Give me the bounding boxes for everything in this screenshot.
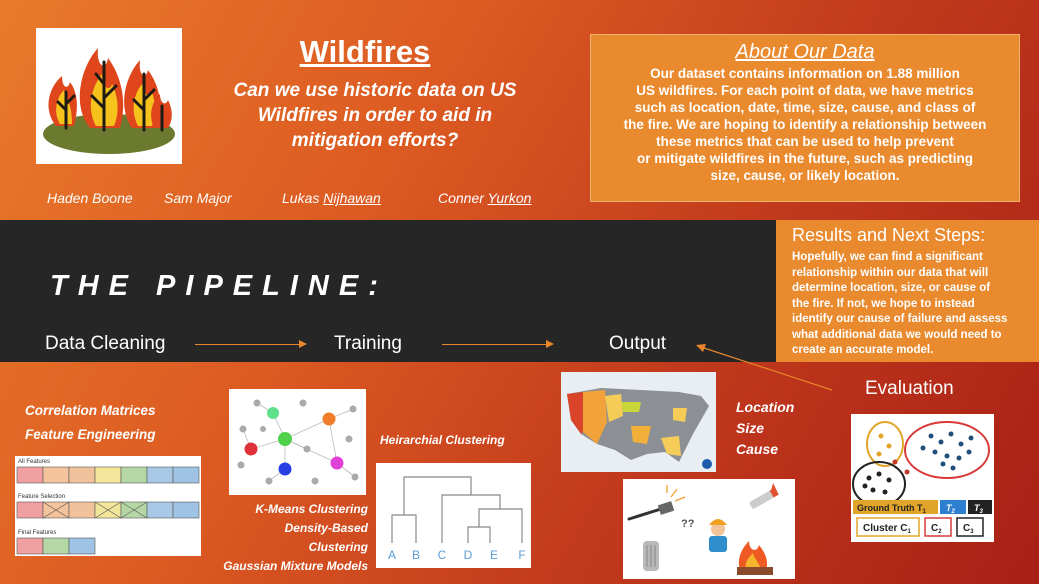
results-line: what additional data we would need to [792,328,1002,341]
leaf-label: B [412,548,420,562]
leaf-label: F [518,548,525,562]
author-first: Lukas [282,190,320,206]
fire-causes-icon: ?? [627,483,779,575]
author-last: Major [196,190,232,206]
output-targets: Location Size Cause [736,397,794,460]
author-name: Lukas Nijhawan [282,190,381,206]
about-line: US wildfires. For each point of data, we… [636,83,974,98]
clustering-method: Gaussian Mixture Models [223,559,368,573]
author-first: Haden [47,190,89,206]
feature-selection-diagram: All Features Feature Selection Final Fea… [15,456,201,556]
dendrogram-figure: A B C D E F [376,463,531,568]
results-line: identify our cause of failure and assess [792,313,1008,325]
author-last: Nijhawan [323,190,381,206]
page-subtitle: Can we use historic data on US Wildfires… [210,78,540,153]
correlation-label: Correlation Matrices [25,403,156,418]
about-body: Our dataset contains information on 1.88… [591,64,1019,184]
clustering-method: Density-Based Clustering [284,521,368,554]
kmeans-figure [229,389,366,495]
results-box: Results and Next Steps: Hopefully, we ca… [776,220,1039,362]
subtitle-line: Wildfires in order to aid in [257,105,493,126]
question-marks-text: ?? [681,518,695,530]
flame-trees-icon [36,28,182,164]
author-name: Haden Boone [47,190,133,206]
us-fire-map [561,372,716,472]
svg-text:Cluster C1: Cluster C1 [863,523,911,535]
author-first: Conner [438,190,484,206]
arrow-line [195,344,299,345]
row-label: All Features [18,459,50,465]
arrow-head-icon [299,340,307,348]
leaf-label: C [438,548,447,562]
row-label: Feature Selection [18,494,65,500]
about-line: or mitigate wildfires in the future, suc… [636,151,974,166]
about-line: these metrics that can be used to help p… [656,134,954,149]
data-cleaning-labels: Correlation Matrices Feature Engineering [25,399,156,447]
results-body: Hopefully, we can find a significant rel… [792,250,1029,359]
about-line: Our dataset contains information on 1.88… [650,66,960,81]
subtitle-line: Can we use historic data on US [233,80,517,101]
evaluation-figure: Ground Truth T1 T2 T3 Cluster C1 C2 C3 [851,414,994,542]
dendrogram-icon: A B C D E F [388,476,526,562]
about-line: the fire. We are hoping to identify a re… [623,117,987,132]
author-first: Sam [164,190,193,206]
stage-data-cleaning: Data Cleaning [45,333,166,354]
page-title: Wildfires [299,34,431,69]
author-name: Sam Major [164,190,232,206]
stage-training: Training [334,333,402,354]
clustering-methods-list: K-Means Clustering Density-Based Cluster… [222,500,368,576]
results-line: relationship within our data that will [792,266,989,279]
results-line: determine location, size, or cause of [792,282,991,294]
leaf-label: E [490,548,498,562]
hierarchical-label: Heirarchial Clustering [380,433,505,447]
feature-engineering-label: Feature Engineering [25,427,156,442]
results-line: create an accurate model. [792,344,934,356]
cluster-graph-icon [237,399,359,485]
about-line: such as location, date, time, size, caus… [634,100,976,115]
author-name: Conner Yurkon [438,190,531,206]
leaf-label: D [464,548,473,562]
ground-truth-label: Ground Truth T [857,503,923,513]
fire-causes-figure: ?? [623,479,795,579]
stage-output: Output [609,333,667,354]
target-location: Location [736,399,795,415]
results-title: Results and Next Steps: [792,225,986,245]
arrow-line [442,344,546,345]
about-data-box: About Our Data Our dataset contains info… [590,34,1020,202]
target-size: Size [736,420,765,436]
author-last: Boone [92,190,133,206]
t-sub: 2 [951,509,956,515]
feature-bars-figure: All Features Feature Selection Final Fea… [16,459,200,555]
author-last: Yurkon [487,190,532,206]
c-label: C [931,523,938,534]
arrow-head-icon [546,340,554,348]
c-label: C [963,523,970,534]
about-line: size, cause, or likely location. [710,168,900,183]
pipeline-heading: THE PIPELINE: [50,270,388,302]
target-cause: Cause [736,441,779,457]
cluster-label: Cluster C [863,523,907,534]
clustering-method: K-Means Clustering [255,502,368,516]
wildfire-logo [36,28,182,164]
results-line: Hopefully, we can find a significant [792,251,983,263]
us-map-icon [561,372,716,472]
cluster-evaluation-icon: Ground Truth T1 T2 T3 Cluster C1 C2 C3 [852,421,992,537]
row-label: Final Features [18,530,56,536]
about-title: About Our Data [735,41,875,63]
subtitle-line: mitigation efforts? [291,130,459,151]
evaluation-label: Evaluation [865,378,954,399]
leaf-label: A [388,548,396,562]
results-line: the fire. If not, we hope to instead [792,297,975,310]
